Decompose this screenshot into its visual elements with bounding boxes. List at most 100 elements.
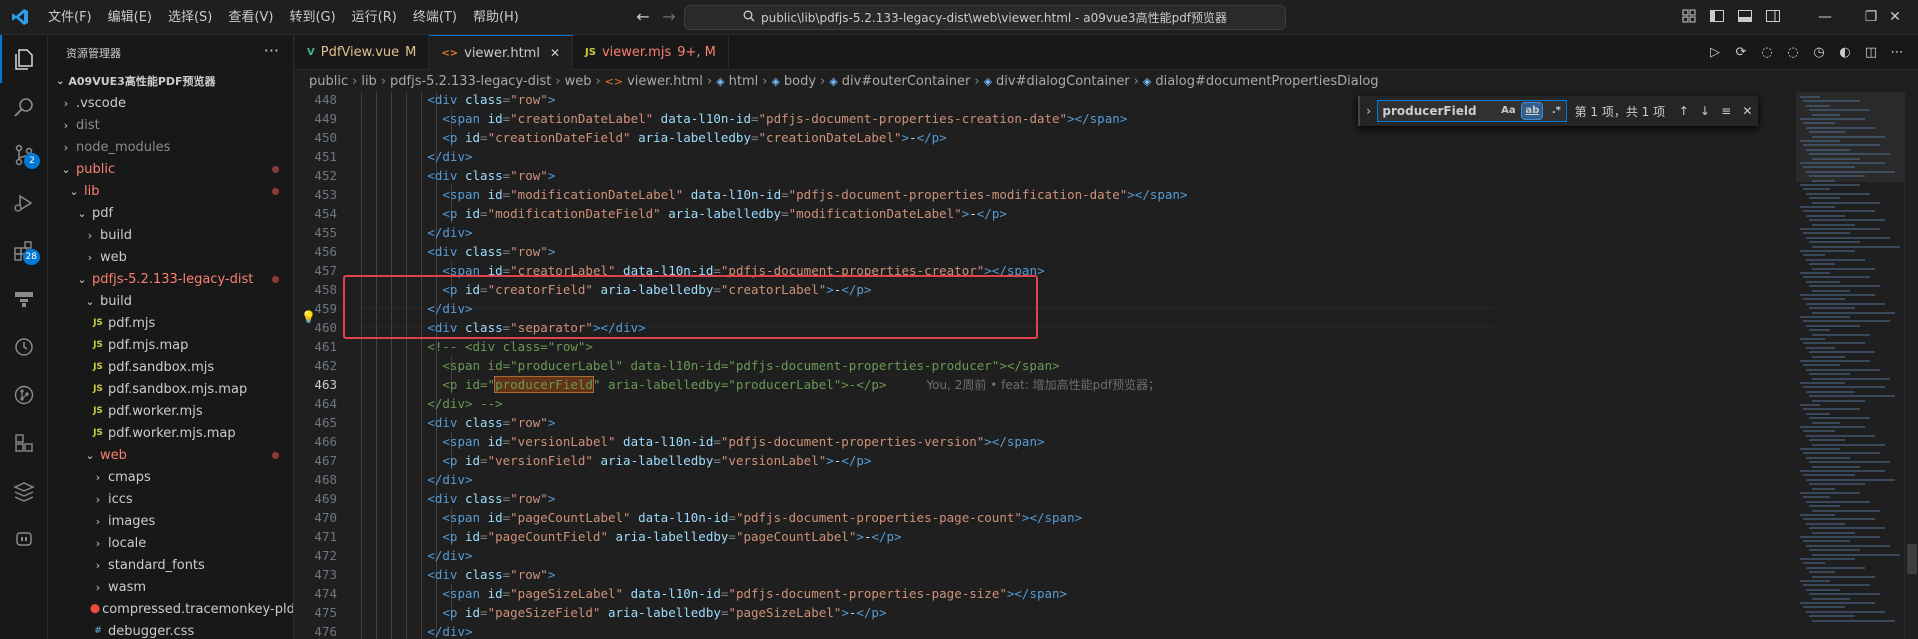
run-debug-icon[interactable] [0,179,48,227]
match-case-toggle[interactable]: Aa [1498,103,1518,119]
timeline-icon[interactable]: ◷ [1806,42,1832,64]
tree-item[interactable]: › web [48,246,293,268]
minimize-button[interactable]: — [1802,0,1848,35]
previous-match-icon[interactable]: ↑ [1673,104,1694,118]
tree-item[interactable]: › build [48,224,293,246]
tree-item[interactable]: # debugger.css [48,620,293,639]
close-tab-icon[interactable]: ✕ [550,46,560,60]
more-actions-icon[interactable]: ··· [264,41,279,60]
toggle-panel-icon[interactable] [1737,8,1755,26]
timeline-icon[interactable] [0,323,48,371]
breadcrumb-item[interactable]: div#dialogContainer [996,74,1130,89]
close-window-button[interactable]: ✕ [1872,0,1918,35]
code-line[interactable]: 456 <div class="row"> [295,242,1795,261]
back-arrow-icon[interactable]: ← [631,6,655,28]
breadcrumb-item[interactable]: pdfjs-5.2.133-legacy-dist [390,74,551,89]
code-line[interactable]: 455 </div> [295,223,1795,242]
code-line[interactable]: 473 <div class="row"> [295,565,1795,584]
next-match-icon[interactable]: ↓ [1694,104,1715,118]
code-line[interactable]: 452 <div class="row"> [295,166,1795,185]
find-input[interactable]: producerField Aa ab .* [1377,100,1567,122]
forward-arrow-icon[interactable]: → [657,6,681,28]
source-control-icon[interactable]: 2 [0,131,48,179]
git-graph-icon[interactable] [0,371,48,419]
breadcrumb-item[interactable]: viewer.html [627,74,703,89]
menu-item[interactable]: 编辑(E) [100,0,160,35]
tree-item[interactable]: › cmaps [48,466,293,488]
toggle-primary-sidebar-icon[interactable] [1709,8,1727,26]
search-icon[interactable] [0,83,48,131]
use-regex-toggle[interactable]: .* [1546,103,1566,119]
containers-icon[interactable] [0,419,48,467]
breadcrumb-item[interactable]: public [309,74,348,89]
tree-item[interactable]: › dist [48,114,293,136]
more-actions-icon[interactable]: ⋯ [1884,42,1910,64]
breadcrumb-item[interactable]: body [784,74,816,89]
find-in-selection-icon[interactable]: ≡ [1716,104,1737,118]
menu-item[interactable]: 帮助(H) [465,0,527,35]
scrollbar-thumb[interactable] [1907,544,1917,574]
code-line[interactable]: 462 <span id="producerLabel" data-l10n-id… [295,356,1795,375]
code-line[interactable]: 472 </div> [295,546,1795,565]
editor-tab[interactable]: <> viewer.html ✕ [429,35,574,70]
editor-tab[interactable]: JS viewer.mjs 9+, M [573,35,729,70]
tree-item[interactable]: ⌄ web [48,444,293,466]
tree-item[interactable]: ⌄ pdf [48,202,293,224]
explorer-icon[interactable] [0,35,48,83]
copilot-icon[interactable] [0,515,48,563]
editor-tab[interactable]: V PdfView.vue M [295,35,430,70]
toggle-blame-icon[interactable]: ◐ [1832,42,1858,64]
tree-item[interactable]: › .vscode [48,92,293,114]
code-line[interactable]: 461 <!-- <div class="row"> [295,337,1795,356]
open-changes-icon[interactable]: ⟳ [1728,42,1754,64]
split-editor-icon[interactable]: ◫ [1858,42,1884,64]
tree-item[interactable]: JS pdf.sandbox.mjs [48,356,293,378]
breadcrumb-item[interactable]: web [565,74,592,89]
extensions-icon[interactable]: 28 [0,227,48,275]
code-line[interactable]: 476 </div> [295,622,1795,639]
tree-item[interactable]: › locale [48,532,293,554]
tree-item[interactable]: ⌄ lib [48,180,293,202]
tree-item[interactable]: › wasm [48,576,293,598]
command-center-search[interactable]: public\lib\pdfjs-5.2.133-legacy-dist\web… [684,5,1286,30]
menu-item[interactable]: 选择(S) [160,0,220,35]
code-line[interactable]: 450 <p id="creationDateField" aria-labell… [295,128,1795,147]
previous-change-icon[interactable]: ◌ [1754,42,1780,64]
code-line[interactable]: 471 <p id="pageCountField" aria-labelledb… [295,527,1795,546]
tree-item[interactable]: JS pdf.worker.mjs.map [48,422,293,444]
chevron-right-icon[interactable]: › [1360,104,1377,118]
deploy-icon[interactable] [0,467,48,515]
match-whole-word-toggle[interactable]: ab [1521,102,1544,120]
tree-item[interactable]: JS pdf.mjs.map [48,334,293,356]
run-icon[interactable]: ▷ [1702,42,1728,64]
code-line[interactable]: 470 <span id = "pageCountLabel" data-l10n-i… [295,508,1795,527]
tree-item[interactable]: JS pdf.sandbox.mjs.map [48,378,293,400]
breadcrumb-item[interactable]: dialog#documentPropertiesDialog [1155,74,1378,89]
close-find-icon[interactable]: ✕ [1737,104,1758,118]
tree-item[interactable]: JS pdf.worker.mjs [48,400,293,422]
toggle-secondary-sidebar-icon[interactable] [1765,8,1783,26]
next-change-icon[interactable]: ◌ [1780,42,1806,64]
code-line[interactable]: 463 <p id="producerField" aria-labelledby… [295,375,1795,394]
tree-item[interactable]: › iccs [48,488,293,510]
menu-item[interactable]: 转到(G) [281,0,343,35]
tree-item[interactable]: › images [48,510,293,532]
code-line[interactable]: 453 <span id = "modificationDateLabel" data… [295,185,1795,204]
code-line[interactable]: 469 <div class="row"> [295,489,1795,508]
code-line[interactable]: 475 <p id="pageSizeField" aria-labelledby… [295,603,1795,622]
lightbulb-icon[interactable]: 💡 [301,310,316,324]
code-line[interactable]: 468 </div> [295,470,1795,489]
code-line[interactable]: 464 </div> --> [295,394,1795,413]
code-editor[interactable]: 448 <div class="row"> 449 <span id="creatio… [295,92,1918,639]
menu-item[interactable]: 终端(T) [405,0,465,35]
remote-explorer-icon[interactable] [0,275,48,323]
breadcrumb-item[interactable]: div#outerContainer [842,74,971,89]
breadcrumb-item[interactable]: lib [361,74,376,89]
tree-item[interactable]: › node_modules [48,136,293,158]
minimap[interactable] [1796,92,1904,639]
tree-item[interactable]: ⌄ public [48,158,293,180]
tree-item[interactable]: › standard_fonts [48,554,293,576]
workspace-folder[interactable]: ⌄ A09VUE3高性能PDF预览器 [48,70,293,92]
tree-item[interactable]: JS pdf.mjs [48,312,293,334]
breadcrumb-item[interactable]: html [729,74,759,89]
